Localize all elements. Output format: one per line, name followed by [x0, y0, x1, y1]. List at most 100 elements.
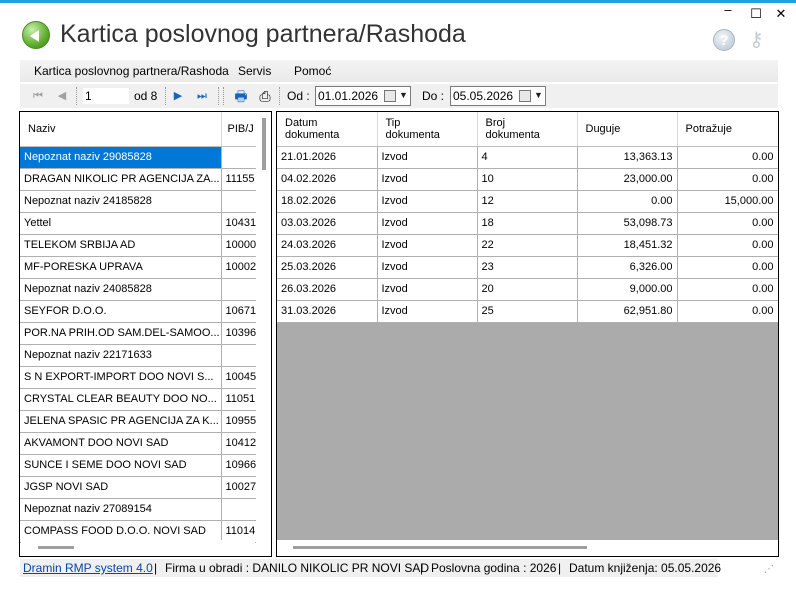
- partner-pib-cell[interactable]: 11014: [221, 520, 257, 543]
- chevron-down-icon[interactable]: ▼: [399, 90, 408, 100]
- document-datum-cell[interactable]: 04.02.2026: [277, 168, 378, 191]
- document-tip-cell[interactable]: Izvod: [377, 278, 478, 301]
- column-header-broj[interactable]: Broj dokumenta: [477, 112, 578, 147]
- table-row[interactable]: JELENA SPASIC PR AGENCIJA ZA K... 10955: [20, 410, 257, 433]
- menu-item-pomoc[interactable]: Pomoć: [294, 64, 331, 78]
- document-tip-cell[interactable]: Izvod: [377, 190, 478, 213]
- document-broj-cell[interactable]: 25: [477, 300, 578, 323]
- print-preview-icon[interactable]: ⎙: [257, 88, 273, 104]
- document-broj-cell[interactable]: 23: [477, 256, 578, 279]
- table-row[interactable]: AKVAMONT DOO NOVI SAD 10412: [20, 432, 257, 455]
- document-potrazuje-cell[interactable]: 0.00: [677, 256, 778, 279]
- to-date-picker[interactable]: 05.05.2026 ▼: [450, 86, 546, 106]
- partner-name-cell[interactable]: Nepoznat naziv 24185828: [20, 190, 222, 213]
- scrollbar-thumb[interactable]: [262, 118, 266, 170]
- partner-name-cell[interactable]: POR.NA PRIH.OD SAM.DEL-SAMOO...: [20, 322, 222, 345]
- table-row[interactable]: SUNCE I SEME DOO NOVI SAD 10966: [20, 454, 257, 477]
- partner-name-cell[interactable]: Nepoznat naziv 29085828: [20, 146, 222, 169]
- column-header-datum[interactable]: Datum dokumenta: [277, 112, 378, 147]
- partner-name-cell[interactable]: COMPASS FOOD D.O.O. NOVI SAD: [20, 520, 222, 543]
- table-row[interactable]: 04.02.2026 Izvod 10 23,000.00 0.00: [277, 168, 778, 191]
- table-row[interactable]: Nepoznat naziv 22171633: [20, 344, 257, 367]
- document-potrazuje-cell[interactable]: 0.00: [677, 168, 778, 191]
- document-duguje-cell[interactable]: 62,951.80: [577, 300, 678, 323]
- partner-name-cell[interactable]: SEYFOR D.O.O.: [20, 300, 222, 323]
- document-broj-cell[interactable]: 20: [477, 278, 578, 301]
- table-row[interactable]: SEYFOR D.O.O. 10671: [20, 300, 257, 323]
- table-row[interactable]: TELEKOM SRBIJA AD 10000: [20, 234, 257, 257]
- document-tip-cell[interactable]: Izvod: [377, 234, 478, 257]
- table-row[interactable]: 03.03.2026 Izvod 18 53,098.73 0.00: [277, 212, 778, 235]
- document-datum-cell[interactable]: 26.03.2026: [277, 278, 378, 301]
- partner-pib-cell[interactable]: 10671: [221, 300, 257, 323]
- scrollbar-thumb[interactable]: [38, 546, 74, 549]
- column-header-pib[interactable]: PIB/J: [221, 112, 257, 147]
- column-header-naziv[interactable]: Naziv: [20, 112, 222, 147]
- calendar-icon[interactable]: [519, 90, 531, 102]
- partner-name-cell[interactable]: AKVAMONT DOO NOVI SAD: [20, 432, 222, 455]
- document-duguje-cell[interactable]: 9,000.00: [577, 278, 678, 301]
- document-duguje-cell[interactable]: 53,098.73: [577, 212, 678, 235]
- first-record-icon[interactable]: ⏮: [30, 88, 46, 104]
- document-broj-cell[interactable]: 22: [477, 234, 578, 257]
- table-row[interactable]: 31.03.2026 Izvod 25 62,951.80 0.00: [277, 300, 778, 323]
- partner-name-cell[interactable]: S N EXPORT-IMPORT DOO NOVI S...: [20, 366, 222, 389]
- document-tip-cell[interactable]: Izvod: [377, 212, 478, 235]
- partner-name-cell[interactable]: TELEKOM SRBIJA AD: [20, 234, 222, 257]
- document-tip-cell[interactable]: Izvod: [377, 300, 478, 323]
- partner-pib-cell[interactable]: 10002: [221, 256, 257, 279]
- document-tip-cell[interactable]: Izvod: [377, 256, 478, 279]
- column-header-potrazuje[interactable]: Potražuje: [677, 112, 778, 147]
- document-datum-cell[interactable]: 31.03.2026: [277, 300, 378, 323]
- table-row[interactable]: 26.03.2026 Izvod 20 9,000.00 0.00: [277, 278, 778, 301]
- document-potrazuje-cell[interactable]: 0.00: [677, 278, 778, 301]
- documents-horizontal-scrollbar[interactable]: [277, 540, 778, 556]
- last-record-icon[interactable]: ⏭: [194, 88, 210, 104]
- back-arrow-icon[interactable]: [22, 21, 50, 49]
- partner-name-cell[interactable]: SUNCE I SEME DOO NOVI SAD: [20, 454, 222, 477]
- partner-pib-cell[interactable]: 10431: [221, 212, 257, 235]
- table-row[interactable]: MF-PORESKA UPRAVA 10002: [20, 256, 257, 279]
- scrollbar-thumb[interactable]: [293, 546, 587, 549]
- table-row[interactable]: POR.NA PRIH.OD SAM.DEL-SAMOO... 10396: [20, 322, 257, 345]
- partner-pib-cell[interactable]: 10966: [221, 454, 257, 477]
- partner-pib-cell[interactable]: 10396: [221, 322, 257, 345]
- partners-horizontal-scrollbar[interactable]: [21, 540, 255, 556]
- document-potrazuje-cell[interactable]: 15,000.00: [677, 190, 778, 213]
- document-broj-cell[interactable]: 12: [477, 190, 578, 213]
- document-potrazuje-cell[interactable]: 0.00: [677, 212, 778, 235]
- column-header-duguje[interactable]: Duguje: [577, 112, 678, 147]
- document-broj-cell[interactable]: 18: [477, 212, 578, 235]
- partner-pib-cell[interactable]: 10412: [221, 432, 257, 455]
- document-potrazuje-cell[interactable]: 0.00: [677, 146, 778, 169]
- table-row[interactable]: Nepoznat naziv 24185828: [20, 190, 257, 213]
- partner-name-cell[interactable]: DRAGAN NIKOLIC PR AGENCIJA ZA...: [20, 168, 222, 191]
- table-row[interactable]: Nepoznat naziv 24085828: [20, 278, 257, 301]
- document-duguje-cell[interactable]: 0.00: [577, 190, 678, 213]
- previous-record-icon[interactable]: ◀: [54, 88, 70, 104]
- partner-pib-cell[interactable]: 11155: [221, 168, 257, 191]
- partner-pib-cell[interactable]: 10027: [221, 476, 257, 499]
- maximize-icon[interactable]: ☐: [746, 6, 766, 22]
- print-icon[interactable]: 🖶: [233, 88, 249, 104]
- table-row[interactable]: 18.02.2026 Izvod 12 0.00 15,000.00: [277, 190, 778, 213]
- partner-pib-cell[interactable]: [221, 146, 257, 169]
- document-duguje-cell[interactable]: 13,363.13: [577, 146, 678, 169]
- document-broj-cell[interactable]: 10: [477, 168, 578, 191]
- partner-pib-cell[interactable]: 10000: [221, 234, 257, 257]
- partner-name-cell[interactable]: CRYSTAL CLEAR BEAUTY DOO NO...: [20, 388, 222, 411]
- partner-name-cell[interactable]: Nepoznat naziv 27089154: [20, 498, 222, 521]
- record-position-input[interactable]: [82, 87, 130, 105]
- partner-name-cell[interactable]: MF-PORESKA UPRAVA: [20, 256, 222, 279]
- menu-item-servis[interactable]: Servis: [238, 64, 271, 78]
- partner-pib-cell[interactable]: 10955: [221, 410, 257, 433]
- table-row[interactable]: JGSP NOVI SAD 10027: [20, 476, 257, 499]
- close-icon[interactable]: ✕: [771, 6, 791, 22]
- partner-pib-cell[interactable]: 11051: [221, 388, 257, 411]
- menu-item-kartica[interactable]: Kartica poslovnog partnera/Rashoda: [34, 64, 229, 78]
- calendar-icon[interactable]: [384, 90, 396, 102]
- table-row[interactable]: COMPASS FOOD D.O.O. NOVI SAD 11014: [20, 520, 257, 543]
- document-tip-cell[interactable]: Izvod: [377, 168, 478, 191]
- partner-name-cell[interactable]: JELENA SPASIC PR AGENCIJA ZA K...: [20, 410, 222, 433]
- table-row[interactable]: 21.01.2026 Izvod 4 13,363.13 0.00: [277, 146, 778, 169]
